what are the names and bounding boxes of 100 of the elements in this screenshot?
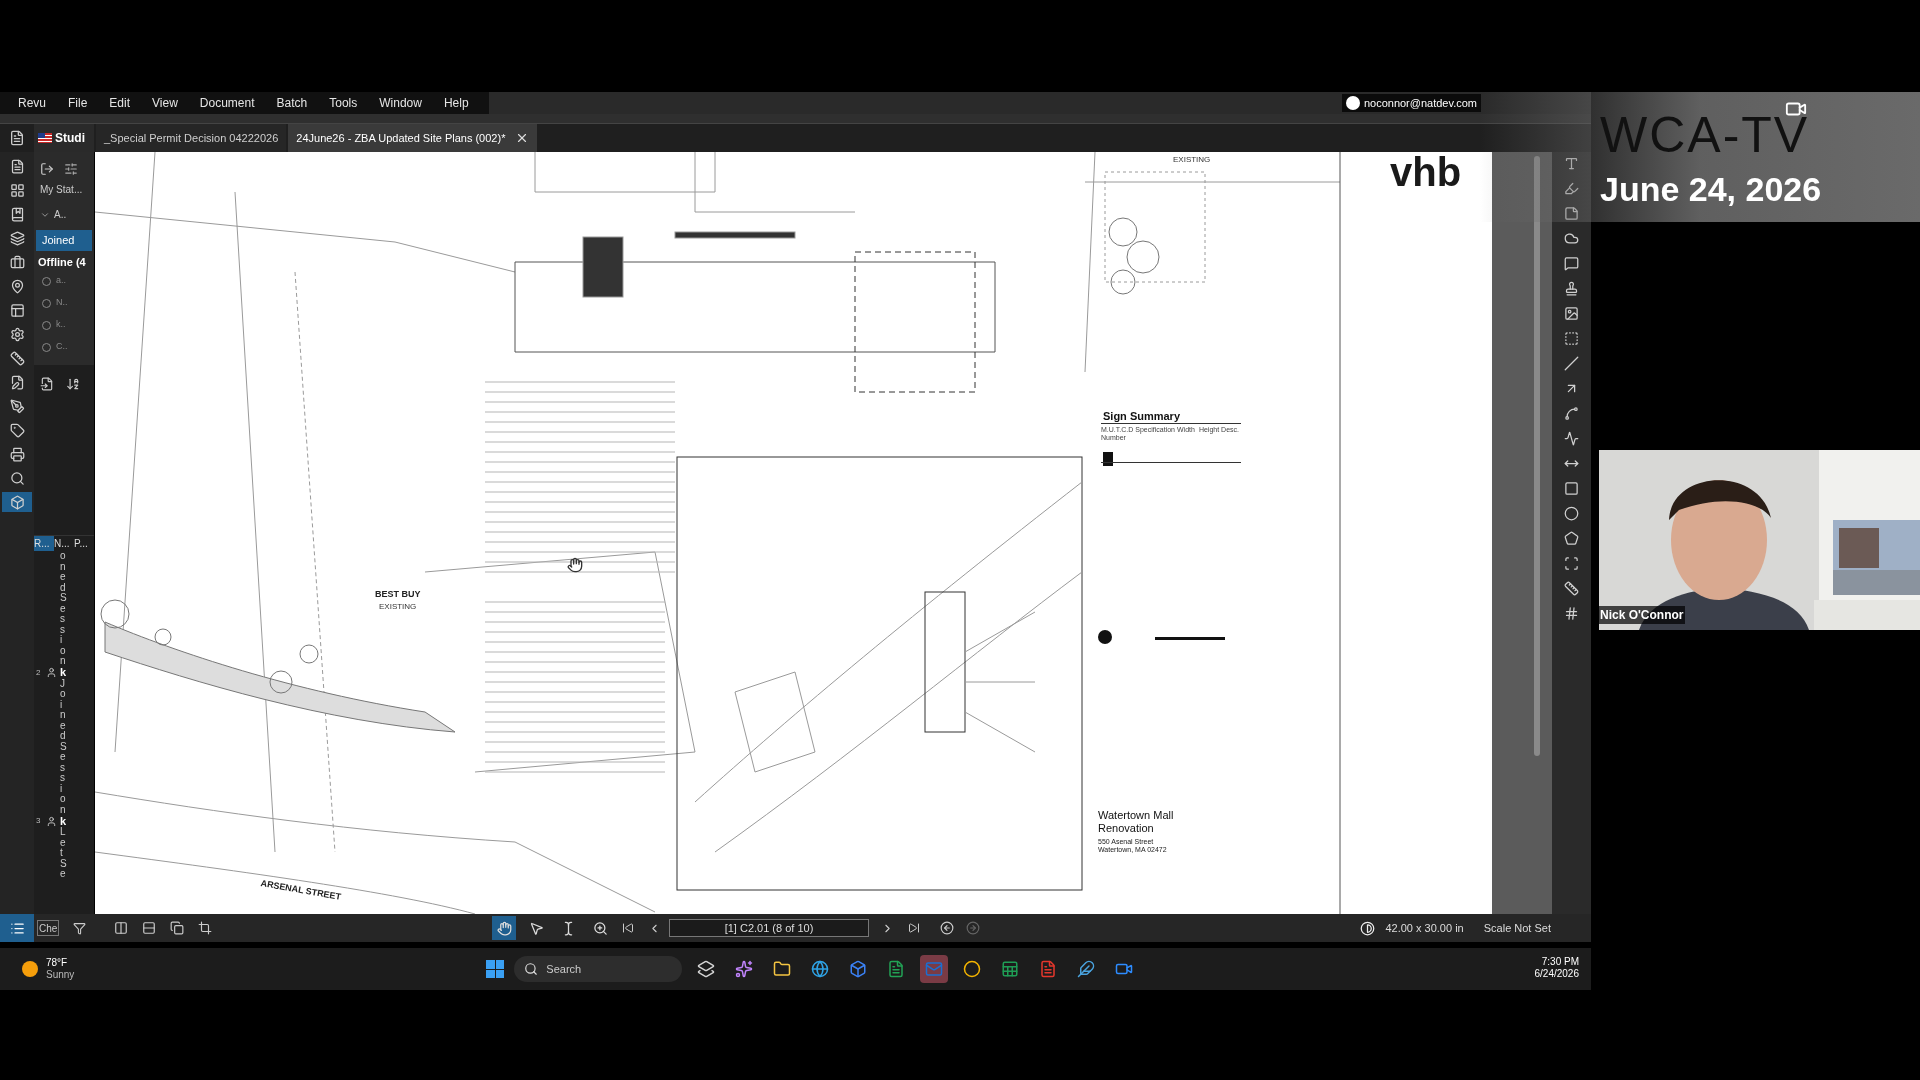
menu-item[interactable]: File — [58, 94, 98, 112]
menu-item[interactable]: Edit — [99, 94, 141, 112]
split-vertical-icon[interactable] — [114, 921, 128, 935]
clock-time: 7:30 PM — [1541, 956, 1579, 968]
scale-status: Scale Not Set — [1483, 920, 1551, 936]
highlighter-icon[interactable] — [1564, 181, 1579, 196]
menu-item[interactable]: Help — [433, 94, 479, 112]
mail-icon — [925, 960, 944, 978]
list-icon — [9, 920, 25, 936]
record-text: onedSession — [60, 551, 66, 667]
sign-summary-title: Sign Summary — [1103, 409, 1181, 424]
zoom-icon — [592, 920, 608, 936]
contrast-icon[interactable] — [1360, 920, 1376, 936]
store-label: BEST BUY — [375, 588, 421, 601]
user-logo-icon — [1345, 96, 1360, 110]
windows-logo-icon[interactable] — [486, 960, 505, 978]
layers-icon — [9, 230, 25, 246]
feather-icon — [1077, 960, 1096, 978]
image-icon[interactable] — [1564, 306, 1579, 321]
note-icon[interactable] — [1564, 206, 1579, 221]
briefcase-icon — [9, 254, 25, 270]
stamp-icon[interactable] — [1564, 281, 1579, 296]
attendee-name: C.. — [56, 340, 68, 354]
last-page-icon[interactable] — [908, 922, 920, 934]
taskbar-search[interactable]: Search — [514, 956, 683, 982]
line-icon[interactable] — [1564, 356, 1579, 371]
cube-icon — [849, 960, 868, 978]
tab-label: _Special Permit Decision 04222026 — [104, 130, 279, 146]
polygon-icon[interactable] — [1564, 531, 1579, 546]
project-title: Watertown Mall Renovation — [1098, 809, 1175, 835]
back-icon[interactable] — [940, 921, 954, 935]
pages-icon[interactable] — [170, 921, 184, 935]
split-horizontal-icon[interactable] — [142, 921, 156, 935]
sun-icon — [22, 961, 38, 977]
area-icon[interactable] — [1564, 556, 1579, 571]
menu-item[interactable]: Window — [369, 94, 432, 112]
menu-item[interactable]: Revu — [8, 94, 56, 112]
page-size: 42.00 x 30.00 in — [1385, 920, 1464, 936]
leave-session-icon[interactable] — [40, 162, 54, 176]
flag-icon — [38, 133, 52, 143]
list-button[interactable] — [0, 914, 34, 942]
menu-item[interactable]: View — [142, 94, 188, 112]
attendee-name: k.. — [56, 318, 66, 332]
circle-icon — [963, 960, 982, 978]
spreadsheet-icon — [1001, 960, 1020, 978]
rectangle-icon[interactable] — [1564, 481, 1579, 496]
printer-icon — [9, 446, 25, 462]
pdf-icon — [1039, 960, 1058, 978]
settings-icon — [9, 326, 25, 342]
temperature: 78°F — [46, 957, 69, 969]
text-icon[interactable] — [1564, 156, 1579, 171]
menu-item[interactable]: Batch — [266, 94, 318, 112]
menu-item[interactable]: Tools — [319, 94, 368, 112]
menu-item[interactable]: Document — [189, 94, 265, 112]
filter-field[interactable]: Che — [37, 920, 59, 936]
sort-icon[interactable] — [66, 377, 80, 391]
page-field[interactable]: [1] C2.01 (8 of 10) — [669, 919, 869, 937]
length-icon[interactable] — [1564, 581, 1579, 596]
ellipse-icon[interactable] — [1564, 506, 1579, 521]
count-icon[interactable] — [1564, 606, 1579, 621]
document-icon[interactable] — [40, 377, 54, 391]
task-view-icon — [697, 960, 716, 978]
panels-icon — [9, 302, 25, 318]
polyline-icon[interactable] — [1564, 431, 1579, 446]
filter-icon[interactable] — [73, 921, 86, 935]
column-header[interactable]: N... — [54, 536, 74, 551]
broadcast-date: June 24, 2026 — [1600, 172, 1822, 206]
sparkle-icon — [735, 960, 754, 978]
scale-bar-icon — [1155, 637, 1225, 640]
scrollbar[interactable] — [1534, 156, 1540, 756]
bookmark-icon — [9, 206, 25, 222]
column-header[interactable]: P... — [74, 536, 94, 551]
document-tab[interactable]: _Special Permit Decision 04222026 — [96, 124, 287, 152]
document-tab[interactable]: 24June26 - ZBA Updated Site Plans (002)* — [288, 124, 538, 152]
mail-app[interactable] — [920, 955, 949, 983]
weather-text: Sunny — [46, 969, 75, 981]
record-number: 2 — [36, 666, 42, 679]
pan-hand-button[interactable] — [492, 916, 516, 940]
channel-logo: WCA-TV — [1600, 110, 1810, 160]
column-header[interactable]: R... — [34, 536, 54, 551]
tab-label: 24June26 - ZBA Updated Site Plans (002)* — [296, 130, 506, 146]
hand-cursor-icon — [567, 557, 583, 573]
grid-icon — [9, 182, 25, 198]
select-icon — [528, 920, 544, 936]
crop-icon[interactable] — [198, 921, 212, 935]
record-text: LetSe — [60, 827, 66, 880]
sliders-icon[interactable] — [64, 162, 78, 176]
file-icon[interactable] — [9, 130, 25, 146]
search-icon — [9, 470, 25, 486]
edit-list-icon — [9, 374, 25, 390]
snapshot-icon[interactable] — [1564, 331, 1579, 346]
cloud-icon[interactable] — [1564, 231, 1579, 246]
first-page-icon[interactable] — [622, 922, 634, 934]
joined-tab[interactable]: Joined — [36, 230, 92, 251]
account-badge[interactable]: noconnor@natdev.com — [1341, 94, 1481, 112]
callout-icon[interactable] — [1564, 256, 1579, 271]
arc-icon[interactable] — [1564, 406, 1579, 421]
forward-icon[interactable] — [966, 921, 980, 935]
status-label: My Stat... — [39, 183, 84, 197]
store-note: EXISTING — [379, 601, 417, 613]
